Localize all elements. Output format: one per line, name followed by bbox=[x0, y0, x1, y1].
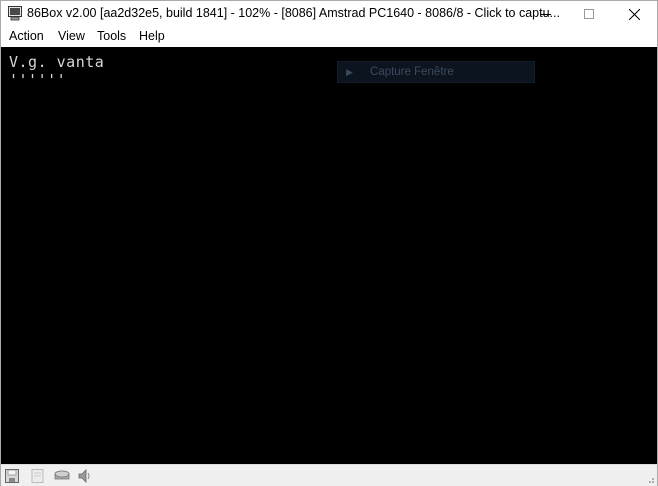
close-button[interactable] bbox=[611, 1, 657, 27]
status-bar bbox=[1, 464, 657, 486]
hard-disk-icon[interactable] bbox=[54, 468, 70, 484]
close-icon bbox=[628, 8, 640, 20]
floppy-drive-icon[interactable] bbox=[4, 468, 20, 484]
maximize-button[interactable] bbox=[566, 1, 612, 27]
title-bar[interactable]: 86Box v2.00 [aa2d32e5, build 1841] - 102… bbox=[1, 1, 657, 27]
minimize-button[interactable] bbox=[523, 1, 569, 27]
maximize-icon bbox=[584, 9, 594, 19]
86box-app-icon bbox=[8, 6, 22, 21]
menu-view[interactable]: View bbox=[58, 29, 85, 43]
terminal-line: '''''' bbox=[9, 71, 67, 89]
terminal-line: V.g. vanta bbox=[9, 53, 105, 71]
capture-tooltip: ▶ Capture Fenêtre bbox=[337, 61, 535, 83]
resize-grip-icon[interactable] bbox=[645, 474, 655, 484]
window-title: 86Box v2.00 [aa2d32e5, build 1841] - 102… bbox=[27, 6, 560, 20]
menu-tools[interactable]: Tools bbox=[97, 29, 126, 43]
capture-icon: ▶ bbox=[346, 67, 353, 77]
menu-help[interactable]: Help bbox=[139, 29, 165, 43]
emulated-screen[interactable]: V.g. vanta '''''' ▶ Capture Fenêtre bbox=[1, 47, 657, 464]
capture-tooltip-text: Capture Fenêtre bbox=[370, 66, 454, 78]
menu-action[interactable]: Action bbox=[9, 29, 44, 43]
minimize-icon bbox=[541, 14, 551, 15]
menu-bar: Action View Tools Help bbox=[1, 27, 657, 47]
emulator-window: 86Box v2.00 [aa2d32e5, build 1841] - 102… bbox=[0, 0, 658, 486]
floppy-drive-empty-icon[interactable] bbox=[30, 468, 46, 484]
speaker-icon[interactable] bbox=[77, 468, 93, 484]
